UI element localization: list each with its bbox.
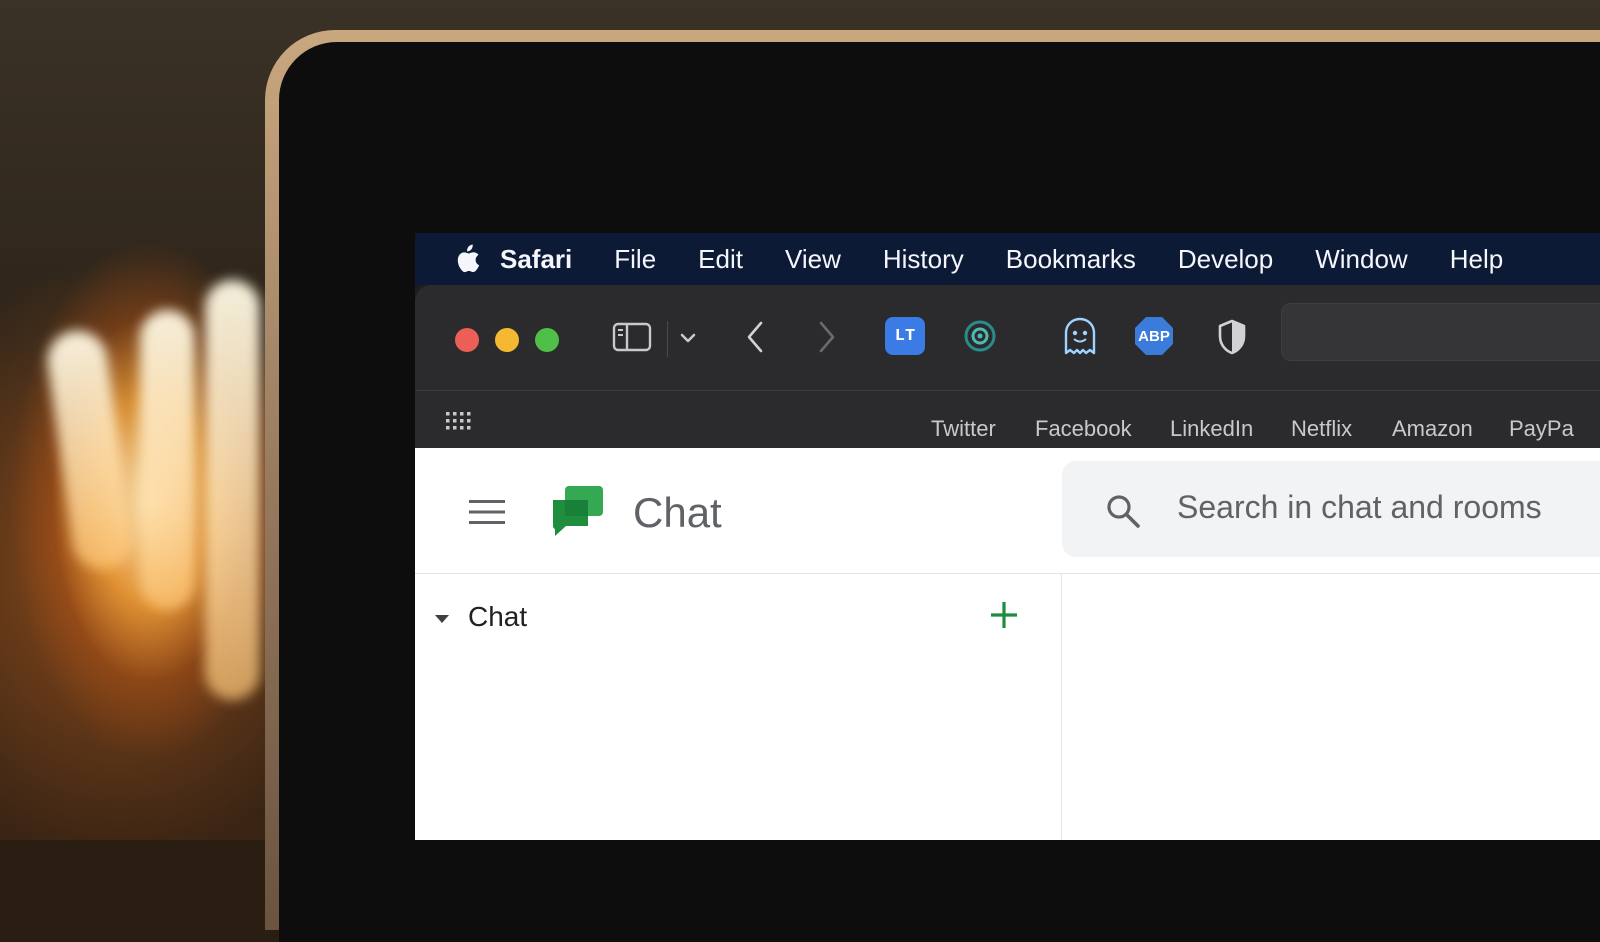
menu-safari[interactable]: Safari — [500, 244, 572, 275]
languagetool-icon: LT — [894, 326, 916, 346]
forward-button[interactable] — [813, 317, 841, 357]
ghostery-extension-button[interactable] — [1060, 315, 1100, 359]
menu-view[interactable]: View — [785, 244, 841, 275]
eye-shield-icon — [964, 320, 996, 352]
menu-edit[interactable]: Edit — [698, 244, 743, 275]
caret-down-icon — [435, 615, 449, 623]
search-input[interactable]: Search in chat and rooms — [1177, 489, 1542, 526]
favorite-paypal[interactable]: PayPa — [1509, 416, 1574, 442]
shield-extension-button[interactable] — [1215, 317, 1249, 357]
plus-icon — [991, 602, 1017, 628]
languagetool-extension-button[interactable]: LT — [885, 317, 925, 355]
chevron-left-icon — [747, 321, 763, 353]
address-bar[interactable] — [1281, 303, 1600, 361]
menu-window[interactable]: Window — [1315, 244, 1407, 275]
panel-divider — [1061, 574, 1062, 840]
window-close-button[interactable] — [455, 328, 479, 352]
sidebar-icon — [612, 322, 652, 352]
adblock-label: ABP — [1138, 327, 1170, 345]
menu-bar: Safari File Edit View History Bookmarks … — [415, 233, 1600, 285]
chat-section-label: Chat — [468, 601, 528, 632]
menu-file[interactable]: File — [614, 244, 656, 275]
light-flare — [205, 280, 260, 700]
grid-icon — [446, 412, 471, 430]
menu-help[interactable]: Help — [1450, 244, 1503, 275]
adblock-extension-button[interactable]: ABP — [1133, 315, 1175, 357]
favorites-grid-button[interactable] — [445, 410, 473, 432]
menu-history[interactable]: History — [883, 244, 964, 275]
window-minimize-button[interactable] — [495, 328, 519, 352]
screen: Safari File Edit View History Bookmarks … — [415, 233, 1600, 840]
main-menu-button[interactable] — [467, 495, 507, 529]
search-button[interactable] — [1103, 491, 1143, 531]
window-maximize-button[interactable] — [535, 328, 559, 352]
chevron-down-icon — [680, 333, 696, 343]
search-icon — [1107, 495, 1140, 528]
favorite-linkedin[interactable]: LinkedIn — [1170, 416, 1253, 442]
header-divider — [415, 573, 1600, 574]
start-chat-button[interactable] — [987, 598, 1021, 632]
menu-develop[interactable]: Develop — [1178, 244, 1273, 275]
privacy-extension-button[interactable] — [963, 319, 997, 353]
tab-group-dropdown-button[interactable] — [677, 327, 699, 349]
shield-icon — [1218, 319, 1246, 355]
app-title: Chat — [633, 489, 722, 536]
chevron-right-icon — [819, 321, 835, 353]
chat-logo-icon — [550, 484, 606, 540]
apple-icon[interactable] — [452, 242, 482, 276]
light-flare — [140, 310, 195, 610]
favorite-facebook[interactable]: Facebook — [1035, 416, 1132, 442]
toolbar-divider — [667, 321, 668, 357]
sidebar-toggle-button[interactable] — [611, 319, 653, 355]
favorite-twitter[interactable]: Twitter — [931, 416, 996, 442]
ghost-icon — [1064, 317, 1096, 355]
menu-bookmarks[interactable]: Bookmarks — [1006, 244, 1136, 275]
hamburger-menu-icon — [469, 500, 505, 524]
section-collapse-toggle[interactable] — [431, 611, 453, 627]
favorite-netflix[interactable]: Netflix — [1291, 416, 1352, 442]
favorite-amazon[interactable]: Amazon — [1392, 416, 1473, 442]
back-button[interactable] — [741, 317, 769, 357]
